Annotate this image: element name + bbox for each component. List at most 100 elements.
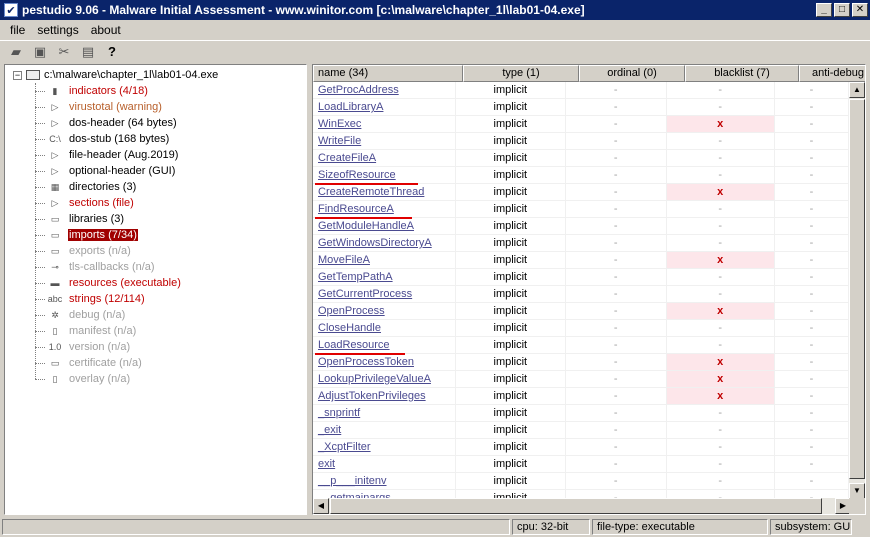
scroll-left-icon[interactable]: ◀ xyxy=(313,498,329,514)
import-name-link[interactable]: GetWindowsDirectoryA xyxy=(313,235,456,251)
tree-item[interactable]: ▷ file-header (Aug.2019) xyxy=(35,147,179,163)
tree-item[interactable]: ▭ exports (n/a) xyxy=(35,243,132,259)
import-name-link[interactable]: CloseHandle xyxy=(313,320,456,336)
table-row[interactable]: _XcptFilter implicit - - - xyxy=(313,439,849,456)
collapse-icon[interactable]: − xyxy=(13,70,22,80)
import-name-link[interactable]: LoadLibraryA xyxy=(313,99,456,115)
copy-icon[interactable]: ▤ xyxy=(78,43,98,61)
tree-item[interactable]: ▮ indicators (4/18) xyxy=(35,83,149,99)
table-row[interactable]: LoadResource implicit - - - xyxy=(313,337,849,354)
table-row[interactable]: AdjustTokenPrivileges implicit - x - xyxy=(313,388,849,405)
tree-item[interactable]: ▷ virustotal (warning) xyxy=(35,99,163,115)
table-row[interactable]: WriteFile implicit - - - xyxy=(313,133,849,150)
table-row[interactable]: CreateFileA implicit - - - xyxy=(313,150,849,167)
import-type: implicit xyxy=(456,388,566,404)
table-row[interactable]: _snprintf implicit - - - xyxy=(313,405,849,422)
table-row[interactable]: _exit implicit - - - xyxy=(313,422,849,439)
table-row[interactable]: OpenProcessToken implicit - x - xyxy=(313,354,849,371)
vertical-scrollbar[interactable]: ▲ ▼ xyxy=(849,82,865,499)
import-blacklist: - xyxy=(667,286,775,302)
save-icon[interactable]: ▣ xyxy=(30,43,50,61)
table-row[interactable]: GetTempPathA implicit - - - xyxy=(313,269,849,286)
tree-item[interactable]: ▷ sections (file) xyxy=(35,195,135,211)
tree-item[interactable]: ▯ overlay (n/a) xyxy=(35,371,131,387)
import-name-link[interactable]: __p___initenv xyxy=(313,473,456,489)
tree-item[interactable]: ✲ debug (n/a) xyxy=(35,307,126,323)
column-header[interactable]: ordinal (0) xyxy=(579,65,685,82)
import-name-link[interactable]: WinExec xyxy=(313,116,456,132)
menu-file[interactable]: file xyxy=(4,23,31,37)
scroll-up-icon[interactable]: ▲ xyxy=(849,82,865,98)
table-row[interactable]: GetProcAddress implicit - - - xyxy=(313,82,849,99)
import-name-link[interactable]: LoadResource xyxy=(313,337,456,353)
import-name-link[interactable]: _XcptFilter xyxy=(313,439,456,455)
import-name-link[interactable]: GetTempPathA xyxy=(313,269,456,285)
menu-about[interactable]: about xyxy=(85,23,127,37)
tree-item[interactable]: C:\ dos-stub (168 bytes) xyxy=(35,131,170,147)
table-row[interactable]: MoveFileA implicit - x - xyxy=(313,252,849,269)
tree-item[interactable]: 1.0 version (n/a) xyxy=(35,339,131,355)
maximize-button[interactable]: □ xyxy=(834,3,850,17)
column-header[interactable]: blacklist (7) xyxy=(685,65,799,82)
tree-item[interactable]: ⊸ tls-callbacks (n/a) xyxy=(35,259,156,275)
scroll-corner xyxy=(849,498,865,514)
table-row[interactable]: OpenProcess implicit - x - xyxy=(313,303,849,320)
tree-item[interactable]: ▦ directories (3) xyxy=(35,179,137,195)
table-row[interactable]: GetCurrentProcess implicit - - - xyxy=(313,286,849,303)
tree-item[interactable]: ▭ libraries (3) xyxy=(35,211,125,227)
open-icon[interactable]: ▰ xyxy=(6,43,26,61)
import-name-link[interactable]: GetCurrentProcess xyxy=(313,286,456,302)
minimize-button[interactable]: _ xyxy=(816,3,832,17)
import-name-link[interactable]: SizeofResource xyxy=(313,167,456,183)
import-name-link[interactable]: _snprintf xyxy=(313,405,456,421)
table-row[interactable]: LookupPrivilegeValueA implicit - x - xyxy=(313,371,849,388)
column-header[interactable]: type (1) xyxy=(463,65,579,82)
vertical-scroll-thumb[interactable] xyxy=(849,99,865,479)
tree-item[interactable]: ▷ dos-header (64 bytes) xyxy=(35,115,178,131)
import-anti-debug: - xyxy=(775,235,849,251)
close-file-icon[interactable]: ✂ xyxy=(54,43,74,61)
table-row[interactable]: WinExec implicit - x - xyxy=(313,116,849,133)
import-name-link[interactable]: exit xyxy=(313,456,456,472)
table-row[interactable]: LoadLibraryA implicit - - - xyxy=(313,99,849,116)
import-name-link[interactable]: OpenProcess xyxy=(313,303,456,319)
tree-item[interactable]: ▷ optional-header (GUI) xyxy=(35,163,176,179)
import-name-link[interactable]: GetProcAddress xyxy=(313,82,456,98)
horizontal-scrollbar[interactable]: ◀ ▶ xyxy=(313,498,851,514)
import-name-link[interactable]: AdjustTokenPrivileges xyxy=(313,388,456,404)
import-name-link[interactable]: GetModuleHandleA xyxy=(313,218,456,234)
table-row[interactable]: SizeofResource implicit - - - xyxy=(313,167,849,184)
tree-item[interactable]: ▬ resources (executable) xyxy=(35,275,182,291)
import-name-link[interactable]: OpenProcessToken xyxy=(313,354,456,370)
tree-item[interactable]: ▭ imports (7/34) xyxy=(35,227,138,243)
import-blacklist: - xyxy=(667,439,775,455)
column-header[interactable]: anti-debug xyxy=(799,65,865,82)
horizontal-scroll-thumb[interactable] xyxy=(330,498,822,514)
import-name-link[interactable]: WriteFile xyxy=(313,133,456,149)
tree-root[interactable]: − c:\malware\chapter_1l\lab01-04.exe xyxy=(13,67,218,83)
table-row[interactable]: exit implicit - - - xyxy=(313,456,849,473)
tree-item[interactable]: abc strings (12/114) xyxy=(35,291,146,307)
import-name-link[interactable]: CreateRemoteThread xyxy=(313,184,456,200)
help-icon[interactable]: ? xyxy=(102,43,122,61)
table-row[interactable]: __p___initenv implicit - - - xyxy=(313,473,849,490)
table-row[interactable]: GetModuleHandleA implicit - - - xyxy=(313,218,849,235)
import-name-link[interactable]: CreateFileA xyxy=(313,150,456,166)
import-name-link[interactable]: LookupPrivilegeValueA xyxy=(313,371,456,387)
table-row[interactable]: CloseHandle implicit - - - xyxy=(313,320,849,337)
import-name-link[interactable]: FindResourceA xyxy=(313,201,456,217)
tree-item[interactable]: ▯ manifest (n/a) xyxy=(35,323,137,339)
table-row[interactable]: GetWindowsDirectoryA implicit - - - xyxy=(313,235,849,252)
column-header[interactable]: name (34) xyxy=(313,65,463,82)
menu-settings[interactable]: settings xyxy=(31,23,84,37)
tree-connector xyxy=(35,282,45,284)
import-name-link[interactable]: MoveFileA xyxy=(313,252,456,268)
table-row[interactable]: CreateRemoteThread implicit - x - xyxy=(313,184,849,201)
import-name-link[interactable]: _exit xyxy=(313,422,456,438)
import-type: implicit xyxy=(456,405,566,421)
table-row[interactable]: FindResourceA implicit - - - xyxy=(313,201,849,218)
tree-item[interactable]: ▭ certificate (n/a) xyxy=(35,355,143,371)
scroll-down-icon[interactable]: ▼ xyxy=(849,483,865,499)
tree-item-label: overlay (n/a) xyxy=(69,373,131,385)
close-button[interactable]: ✕ xyxy=(852,3,868,17)
